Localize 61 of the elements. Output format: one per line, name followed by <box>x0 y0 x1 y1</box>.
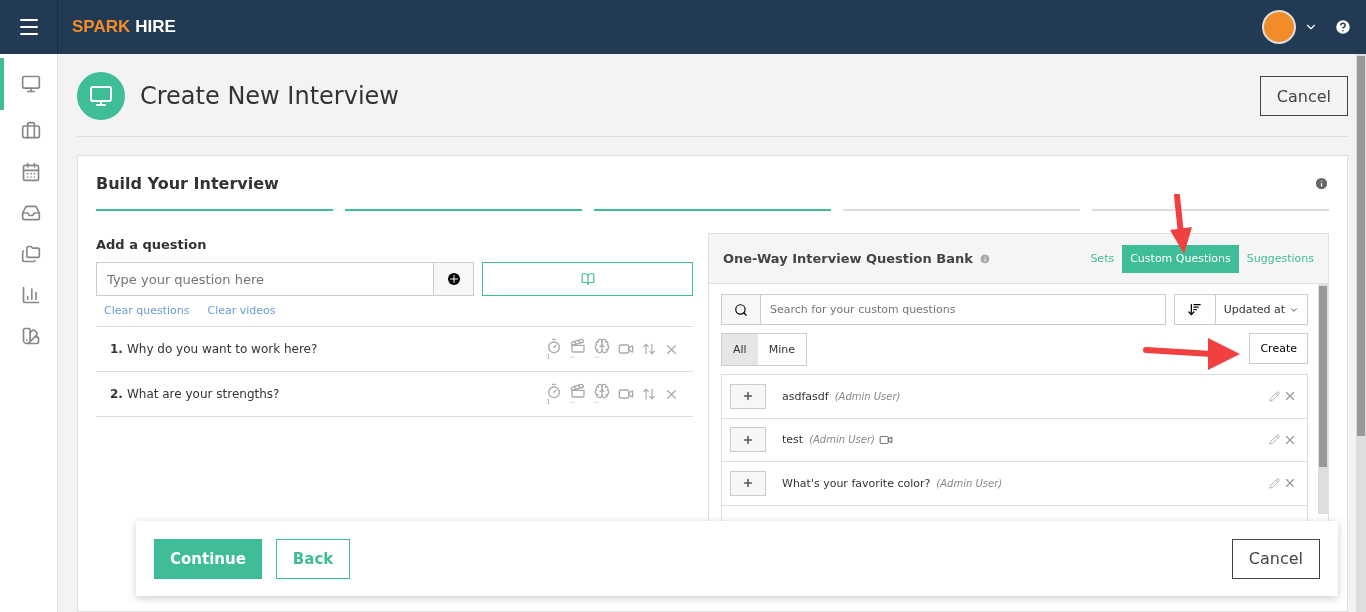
tab[interactable]: Suggestions <box>1238 244 1322 273</box>
video-icon[interactable] <box>618 341 634 357</box>
add-icon[interactable] <box>434 262 474 296</box>
video-icon[interactable] <box>618 386 634 402</box>
question-text: What's your favorite color? <box>782 476 931 490</box>
question-number: 1. <box>110 342 123 356</box>
reorder-icon[interactable] <box>642 342 656 356</box>
add-button[interactable] <box>730 383 766 409</box>
plus-icon[interactable] <box>742 433 754 446</box>
sort-button[interactable] <box>1173 294 1216 325</box>
search-icon <box>734 302 748 317</box>
back-button[interactable]: Back <box>275 538 351 579</box>
logo: SPARK HIRE <box>72 17 176 37</box>
section-title: Build Your Interview <box>96 174 279 193</box>
book-button[interactable] <box>482 262 693 296</box>
plus-icon[interactable] <box>742 477 754 490</box>
edit-icon[interactable] <box>1269 434 1280 446</box>
author-label: (Admin User) <box>936 477 1003 489</box>
author-label: (Admin User) <box>809 434 875 446</box>
question-text: What are your strengths? <box>126 387 281 401</box>
help-icon[interactable] <box>1334 18 1352 36</box>
search-field[interactable]: Search for your custom questions <box>761 294 1166 325</box>
video-add-icon <box>77 72 125 120</box>
timer-icon[interactable] <box>546 383 562 399</box>
question-text: Why do you want to work here? <box>126 342 319 356</box>
cancel-button[interactable]: Cancel <box>1259 76 1348 116</box>
sort-dropdown[interactable]: Updated at <box>1215 294 1308 325</box>
tab[interactable]: Custom Questions <box>1122 244 1239 273</box>
page-scrollbar[interactable] <box>1356 54 1366 612</box>
question-number: 2. <box>110 387 123 401</box>
edit-icon[interactable] <box>1269 477 1280 489</box>
add-button[interactable] <box>730 470 766 496</box>
scrollbar[interactable] <box>1318 284 1328 514</box>
timer-icon[interactable] <box>546 338 562 354</box>
tab[interactable]: Sets <box>1082 244 1123 273</box>
avatar[interactable] <box>1262 10 1296 44</box>
cancel-button[interactable]: Cancel <box>1231 538 1320 579</box>
edit-icon[interactable] <box>1269 390 1280 402</box>
continue-button[interactable]: Continue <box>154 538 262 579</box>
author-label: (Admin User) <box>834 390 901 402</box>
clapper-icon[interactable] <box>570 338 586 354</box>
create-button[interactable]: Create <box>1249 333 1308 364</box>
field-label: Add a question <box>96 237 208 252</box>
reorder-icon[interactable] <box>642 387 656 401</box>
page-title: Create New Interview <box>140 82 399 110</box>
head-icon[interactable] <box>594 383 610 399</box>
sort-icon[interactable] <box>1187 302 1203 317</box>
question-field[interactable]: Type your question here <box>96 262 434 296</box>
link[interactable]: Clear videos <box>207 304 276 317</box>
panel-title: One-Way Interview Question Bank <box>723 251 973 266</box>
filter-tab[interactable]: All <box>722 334 758 365</box>
annotation-arrow <box>1168 194 1194 256</box>
question-text: test <box>782 433 804 447</box>
head-icon[interactable] <box>594 338 610 354</box>
book-icon[interactable] <box>580 272 595 286</box>
add-button[interactable] <box>730 427 766 453</box>
info-icon[interactable] <box>1314 176 1329 191</box>
question-text: asdfasdf <box>782 389 829 403</box>
plus-icon[interactable] <box>742 390 754 403</box>
clapper-icon[interactable] <box>570 383 586 399</box>
link[interactable]: Clear questions <box>104 304 190 317</box>
